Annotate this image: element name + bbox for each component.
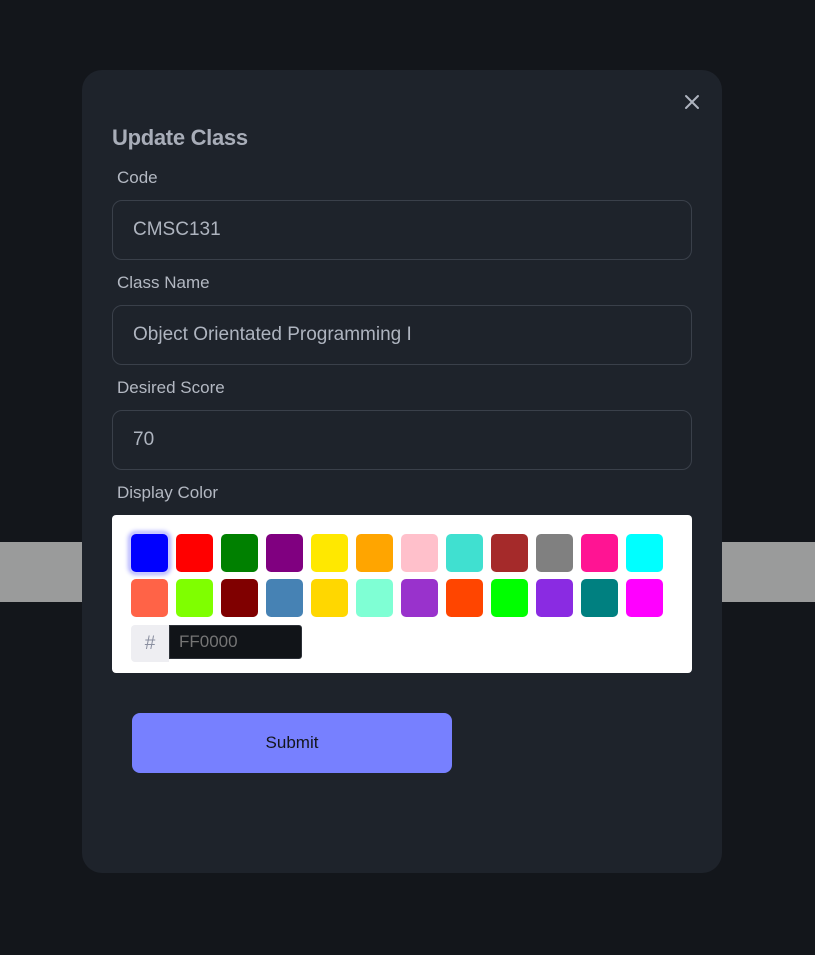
color-swatch[interactable]: [446, 579, 483, 617]
code-input[interactable]: [112, 200, 692, 260]
color-picker: #: [112, 515, 692, 673]
color-swatch[interactable]: [491, 579, 528, 617]
display-color-label: Display Color: [117, 483, 219, 502]
color-swatch[interactable]: [491, 534, 528, 572]
modal-title: Update Class: [112, 125, 248, 150]
color-swatch[interactable]: [536, 579, 573, 617]
desired-score-label: Desired Score: [117, 378, 225, 397]
color-swatch[interactable]: [401, 534, 438, 572]
hash-prefix: #: [131, 625, 169, 662]
code-label: Code: [117, 168, 158, 187]
color-swatch[interactable]: [311, 579, 348, 617]
color-swatch[interactable]: [311, 534, 348, 572]
hex-color-input[interactable]: [169, 625, 302, 659]
color-swatch[interactable]: [536, 534, 573, 572]
color-swatch[interactable]: [401, 579, 438, 617]
color-swatch[interactable]: [176, 534, 213, 572]
color-swatch[interactable]: [131, 534, 168, 572]
color-swatch[interactable]: [626, 534, 663, 572]
color-swatch[interactable]: [581, 579, 618, 617]
color-swatch[interactable]: [221, 579, 258, 617]
submit-button[interactable]: Submit: [132, 713, 452, 773]
color-swatch[interactable]: [176, 579, 213, 617]
class-name-input[interactable]: [112, 305, 692, 365]
color-swatch[interactable]: [266, 579, 303, 617]
color-swatch[interactable]: [221, 534, 258, 572]
close-icon: [685, 95, 699, 109]
close-button[interactable]: [680, 90, 704, 114]
class-name-label: Class Name: [117, 273, 210, 292]
color-swatch[interactable]: [266, 534, 303, 572]
color-swatch[interactable]: [581, 534, 618, 572]
color-swatch[interactable]: [356, 579, 393, 617]
color-swatch[interactable]: [131, 579, 168, 617]
color-swatch[interactable]: [626, 579, 663, 617]
desired-score-input[interactable]: [112, 410, 692, 470]
color-swatch[interactable]: [356, 534, 393, 572]
color-swatch[interactable]: [446, 534, 483, 572]
update-class-modal: Update Class Code Class Name Desired Sco…: [82, 70, 722, 873]
